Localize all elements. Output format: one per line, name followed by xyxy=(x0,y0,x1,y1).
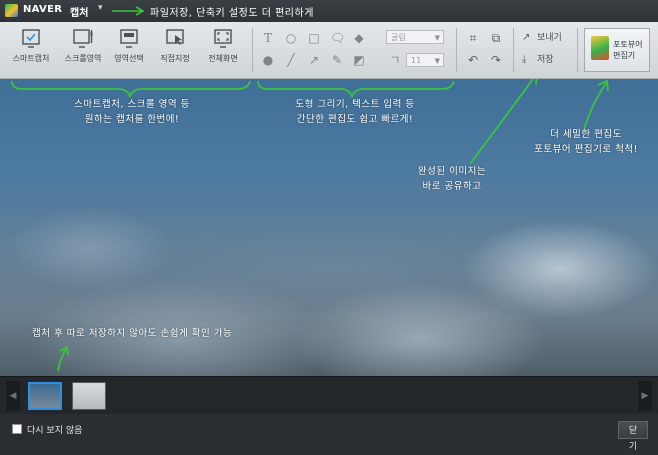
manual-select-label: 직접지정 xyxy=(160,54,190,63)
app-name: 캡처 xyxy=(70,8,89,19)
smart-capture-icon xyxy=(22,29,40,48)
chevron-down-icon: ▼ xyxy=(434,57,440,65)
close-button[interactable]: 닫기 xyxy=(618,421,648,452)
thumbnail-annotation: 캡처 후 따로 저장하지 않아도 손쉽게 확인 가능 xyxy=(32,328,233,339)
undo-icon[interactable]: ↶ xyxy=(466,53,480,67)
download-icon: ⤓ xyxy=(522,54,527,65)
mosaic-tool-icon[interactable]: ● xyxy=(261,53,275,67)
fullscreen-label: 전체화면 xyxy=(208,54,238,63)
photo-editor-label-line1: 포토뷰어 xyxy=(613,40,643,49)
region-select-icon xyxy=(120,29,138,48)
text-tool-icon[interactable]: T xyxy=(261,31,275,45)
font-dropdown[interactable]: 굴림 ▼ xyxy=(386,30,444,44)
region-select-label: 영역선택 xyxy=(114,54,144,63)
capture-annotation-line1: 스마트캡처, 스크롤 영역 등 xyxy=(74,99,190,110)
smart-capture-button[interactable]: 스마트캡처 xyxy=(6,27,56,73)
photo-editor-label-line2: 편집기 xyxy=(613,51,636,60)
thumbnail-item[interactable] xyxy=(72,382,106,410)
dont-show-again-checkbox[interactable] xyxy=(12,424,22,434)
scroll-capture-label: 스크롤영역 xyxy=(64,54,102,63)
photo-annotation: 더 세밀한 편집도 포토뷰어 편집기로 척척! xyxy=(530,127,642,157)
circle-tool-icon[interactable]: ○ xyxy=(284,31,298,45)
send-button[interactable]: ↗ 보내기 xyxy=(522,30,562,43)
save-label: 저장 xyxy=(537,55,554,65)
thumbnail-item-selected[interactable] xyxy=(28,382,62,410)
font-size-dropdown[interactable]: 11 ▼ xyxy=(406,53,444,67)
chevron-down-icon[interactable]: ▾ xyxy=(98,3,103,13)
manual-select-icon xyxy=(166,29,184,45)
photo-annotation-line1: 더 세밀한 편집도 xyxy=(550,129,622,140)
font-style-icon[interactable]: ㄱ xyxy=(388,53,402,67)
font-size-dropdown-value: 11 xyxy=(411,56,422,65)
thumbnail-strip: ◀ ▶ xyxy=(0,376,658,415)
fill-color-tool-icon[interactable]: ◆ xyxy=(352,31,366,45)
region-select-button[interactable]: 영역선택 xyxy=(104,27,154,73)
arrow-tool-icon[interactable]: ↗ xyxy=(307,53,321,67)
line-color-tool-icon[interactable]: ◩ xyxy=(352,53,366,67)
capture-annotation: 스마트캡처, 스크롤 영역 등 원하는 캡처를 한번에! xyxy=(66,97,198,127)
title-annotation: 파일저장, 단축키 설정도 더 편리하게 xyxy=(150,8,314,19)
photo-viewer-icon xyxy=(591,36,609,60)
brand-name: NAVER xyxy=(23,4,63,15)
save-button[interactable]: ⤓ 저장 xyxy=(522,52,554,65)
scroll-right-icon[interactable]: ▶ xyxy=(638,381,652,411)
font-dropdown-value: 굴림 xyxy=(391,33,406,42)
edit-annotation: 도형 그리기, 텍스트 입력 등 간단한 편집도 쉽고 빠르게! xyxy=(290,97,420,127)
chevron-down-icon: ▼ xyxy=(434,34,440,42)
smart-capture-label: 스마트캡처 xyxy=(12,54,50,63)
toolbar: 스마트캡처 스크롤영역 영역선택 직접지정 전체화면 T ○ □ 🗨 ◆ 굴림 … xyxy=(0,22,658,79)
scroll-left-icon[interactable]: ◀ xyxy=(6,381,20,411)
pen-tool-icon[interactable]: ✎ xyxy=(330,53,344,67)
send-label: 보내기 xyxy=(537,33,562,43)
share-icon: ↗ xyxy=(522,32,531,43)
title-bar: NAVER 캡처 ▾ 파일저장, 단축키 설정도 더 편리하게 xyxy=(0,0,658,23)
rectangle-tool-icon[interactable]: □ xyxy=(307,31,321,45)
toolbar-divider xyxy=(577,28,578,72)
toolbar-divider xyxy=(252,28,253,72)
scroll-capture-button[interactable]: 스크롤영역 xyxy=(58,27,108,73)
edit-annotation-line1: 도형 그리기, 텍스트 입력 등 xyxy=(295,99,415,110)
fullscreen-icon xyxy=(214,29,232,48)
manual-select-button[interactable]: 직접지정 xyxy=(150,27,200,73)
photo-editor-button[interactable]: 포토뷰어 편집기 xyxy=(584,28,650,72)
capture-canvas: 스마트캡처, 스크롤 영역 등 원하는 캡처를 한번에! 도형 그리기, 텍스트… xyxy=(0,79,658,376)
share-annotation: 완성된 이미지는 바로 공유하고 xyxy=(412,164,492,194)
resize-icon[interactable]: ⧉ xyxy=(489,31,503,45)
capture-annotation-line2: 원하는 캡처를 한번에! xyxy=(84,114,180,125)
naver-capture-logo-icon xyxy=(5,4,18,17)
toolbar-divider xyxy=(513,28,514,72)
edit-annotation-line2: 간단한 편집도 쉽고 빠르게! xyxy=(296,114,414,125)
line-tool-icon[interactable]: ╱ xyxy=(284,53,298,67)
redo-icon[interactable]: ↷ xyxy=(489,53,503,67)
crop-icon[interactable]: ⌗ xyxy=(466,31,480,45)
dont-show-again-label[interactable]: 다시 보지 않음 xyxy=(27,423,82,436)
scroll-capture-icon xyxy=(73,29,93,48)
share-annotation-line1: 완성된 이미지는 xyxy=(417,166,487,177)
toolbar-divider xyxy=(456,28,457,72)
speech-bubble-tool-icon[interactable]: 🗨 xyxy=(330,31,345,45)
photo-annotation-line2: 포토뷰어 편집기로 척척! xyxy=(534,144,638,155)
footer: 다시 보지 않음 닫기 xyxy=(0,414,658,452)
fullscreen-capture-button[interactable]: 전체화면 xyxy=(198,27,248,73)
share-annotation-line2: 바로 공유하고 xyxy=(422,181,482,192)
